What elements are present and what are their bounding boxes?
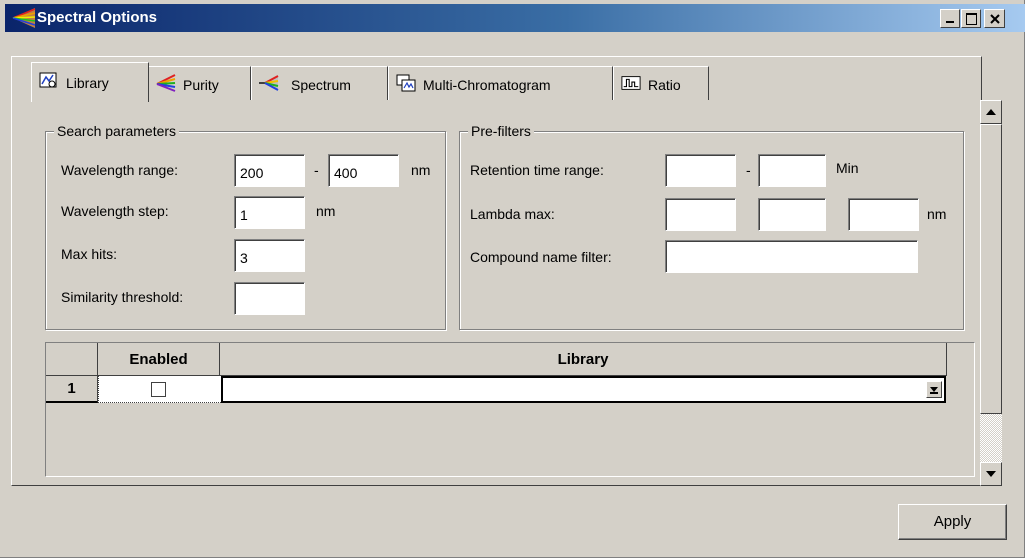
lambda-max-label: Lambda max: [470, 206, 555, 222]
retention-time-separator: - [746, 162, 751, 178]
tab-ratio[interactable]: Ratio [613, 66, 709, 100]
wavelength-from-input[interactable] [234, 154, 305, 187]
maximize-icon [966, 13, 977, 25]
minimize-button[interactable] [940, 9, 960, 28]
spectrum-icon [259, 75, 279, 91]
compound-name-filter-input[interactable] [665, 240, 918, 273]
retention-time-to-input[interactable] [758, 154, 826, 187]
tab-library[interactable]: Library [31, 62, 149, 102]
apply-button[interactable]: Apply [898, 504, 1007, 540]
similarity-threshold-input[interactable] [234, 282, 305, 315]
dropdown-arrow-icon [930, 387, 938, 394]
search-parameters-legend: Search parameters [54, 123, 180, 139]
retention-time-unit: Min [836, 160, 859, 176]
row-number: 1 [67, 380, 76, 397]
wavelength-range-label: Wavelength range: [61, 162, 178, 178]
lambda-max-input-3[interactable] [848, 198, 919, 231]
lambda-max-input-2[interactable] [758, 198, 826, 231]
scroll-down-arrow-icon [986, 471, 996, 477]
tab-label: Library [66, 75, 109, 91]
lambda-max-input-1[interactable] [665, 198, 736, 231]
wavelength-range-unit: nm [411, 162, 431, 178]
table-row: 1 [46, 376, 946, 403]
scroll-up-button[interactable] [980, 100, 1002, 124]
close-icon [990, 14, 1000, 24]
lambda-max-unit: nm [927, 206, 947, 222]
window-title: Spectral Options [37, 9, 158, 26]
purity-icon [156, 74, 176, 92]
wavelength-step-unit: nm [316, 203, 336, 219]
library-cell[interactable] [221, 376, 946, 403]
tab-label: Multi-Chromatogram [423, 77, 551, 93]
tab-multi-chromatogram[interactable]: Multi-Chromatogram [388, 66, 613, 100]
library-dropdown-button[interactable] [926, 381, 942, 398]
wavelength-to-input[interactable] [328, 154, 399, 187]
close-button[interactable] [984, 9, 1005, 28]
max-hits-input[interactable] [234, 239, 305, 272]
minimize-icon [946, 21, 954, 23]
scroll-down-button[interactable] [980, 462, 1002, 486]
enabled-checkbox[interactable] [151, 382, 166, 397]
retention-time-label: Retention time range: [470, 162, 604, 178]
wavelength-step-input[interactable] [234, 196, 305, 229]
multi-chromatogram-icon [396, 74, 416, 92]
tab-label: Ratio [648, 77, 681, 93]
row-number-cell: 1 [46, 376, 98, 403]
ratio-icon [621, 76, 641, 90]
column-header-library[interactable]: Library [220, 343, 947, 376]
similarity-threshold-label: Similarity threshold: [61, 289, 184, 305]
tab-label: Purity [183, 77, 219, 93]
tab-spectrum[interactable]: Spectrum [251, 66, 388, 100]
tab-purity[interactable]: Purity [148, 66, 251, 100]
max-hits-label: Max hits: [61, 246, 118, 262]
vertical-scrollbar[interactable] [980, 100, 1002, 486]
library-icon [39, 72, 57, 88]
column-header-enabled[interactable]: Enabled [98, 343, 220, 376]
maximize-button[interactable] [961, 9, 981, 28]
spectral-app-icon [12, 8, 36, 28]
retention-time-from-input[interactable] [665, 154, 736, 187]
tab-label: Spectrum [291, 77, 351, 93]
wavelength-range-separator: - [314, 162, 319, 178]
library-table: Enabled Library 1 [45, 342, 975, 477]
scroll-thumb[interactable] [980, 124, 1002, 414]
compound-name-filter-label: Compound name filter: [470, 249, 612, 265]
title-bar[interactable]: Spectral Options [5, 4, 1025, 32]
scroll-up-arrow-icon [986, 109, 996, 115]
enabled-cell [98, 376, 221, 403]
wavelength-step-label: Wavelength step: [61, 203, 169, 219]
pre-filters-legend: Pre-filters [468, 123, 534, 139]
row-header-corner [46, 343, 98, 376]
spectral-options-window: Spectral Options Library Purity Spectrum… [0, 0, 1025, 558]
